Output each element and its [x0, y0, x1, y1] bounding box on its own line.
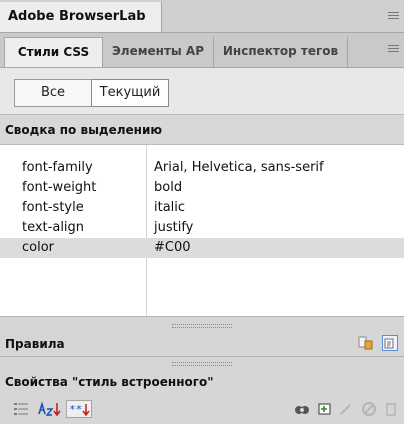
set-properties-icon[interactable]: **	[66, 400, 92, 418]
property-name: font-family	[22, 160, 93, 175]
rules-header: Правила	[0, 333, 404, 356]
delete-icon[interactable]	[384, 400, 398, 418]
property-value: justify	[154, 220, 194, 235]
property-value: #C00	[154, 240, 191, 255]
link-stylesheet-icon[interactable]	[292, 400, 312, 418]
new-rule-icon[interactable]	[316, 400, 334, 418]
svg-text:**: **	[69, 403, 82, 416]
disable-property-icon[interactable]	[360, 400, 378, 418]
selection-summary-header: Сводка по выделению	[0, 114, 404, 145]
current-mode-button[interactable]: Текущий	[91, 79, 169, 107]
css-styles-panel: Adobe BrowserLab Стили CSS Элементы AP И…	[0, 0, 404, 424]
about-view-icon[interactable]	[358, 335, 374, 351]
property-value: italic	[154, 200, 186, 215]
mode-toolbar: Все Текущий	[0, 68, 404, 114]
rules-view-toggles	[354, 335, 398, 353]
cascade-view-icon[interactable]	[382, 335, 398, 351]
bottom-toolbar: **	[0, 394, 404, 424]
property-value: bold	[154, 180, 183, 195]
property-name: text-align	[22, 220, 85, 235]
properties-header: Свойства "стиль встроенного"	[0, 370, 404, 394]
tab-bar: Стили CSS Элементы AP Инспектор тегов	[0, 33, 404, 68]
property-row[interactable]: font-family Arial, Helvetica, sans-serif	[0, 158, 404, 178]
tab-css-styles[interactable]: Стили CSS	[4, 37, 103, 67]
pane-resize-handle-2[interactable]	[0, 356, 404, 371]
alpha-view-icon[interactable]	[36, 400, 62, 418]
edit-rule-icon[interactable]	[338, 400, 354, 418]
property-row-selected[interactable]: color #C00	[0, 238, 404, 258]
property-name: font-style	[22, 200, 84, 215]
pane-resize-handle[interactable]	[0, 316, 404, 334]
property-row[interactable]: text-align justify	[0, 218, 404, 238]
property-row[interactable]: font-weight bold	[0, 178, 404, 198]
summary-table: font-family Arial, Helvetica, sans-serif…	[0, 145, 404, 316]
all-mode-button[interactable]: Все	[14, 79, 92, 107]
tab-ap-elements[interactable]: Элементы AP	[103, 37, 214, 67]
property-row[interactable]: font-style italic	[0, 198, 404, 218]
property-name: font-weight	[22, 180, 97, 195]
rules-title: Правила	[5, 337, 65, 351]
tab-browserlab[interactable]: Adobe BrowserLab	[0, 2, 162, 32]
panel-menu-icon[interactable]	[388, 12, 399, 21]
property-name: color	[22, 240, 55, 255]
tab-tag-inspector[interactable]: Инспектор тегов	[214, 37, 348, 67]
tabs-menu-icon[interactable]	[388, 45, 399, 54]
panel-group-header: Adobe BrowserLab	[0, 0, 404, 33]
property-value: Arial, Helvetica, sans-serif	[154, 160, 324, 175]
category-view-icon[interactable]	[12, 400, 30, 418]
